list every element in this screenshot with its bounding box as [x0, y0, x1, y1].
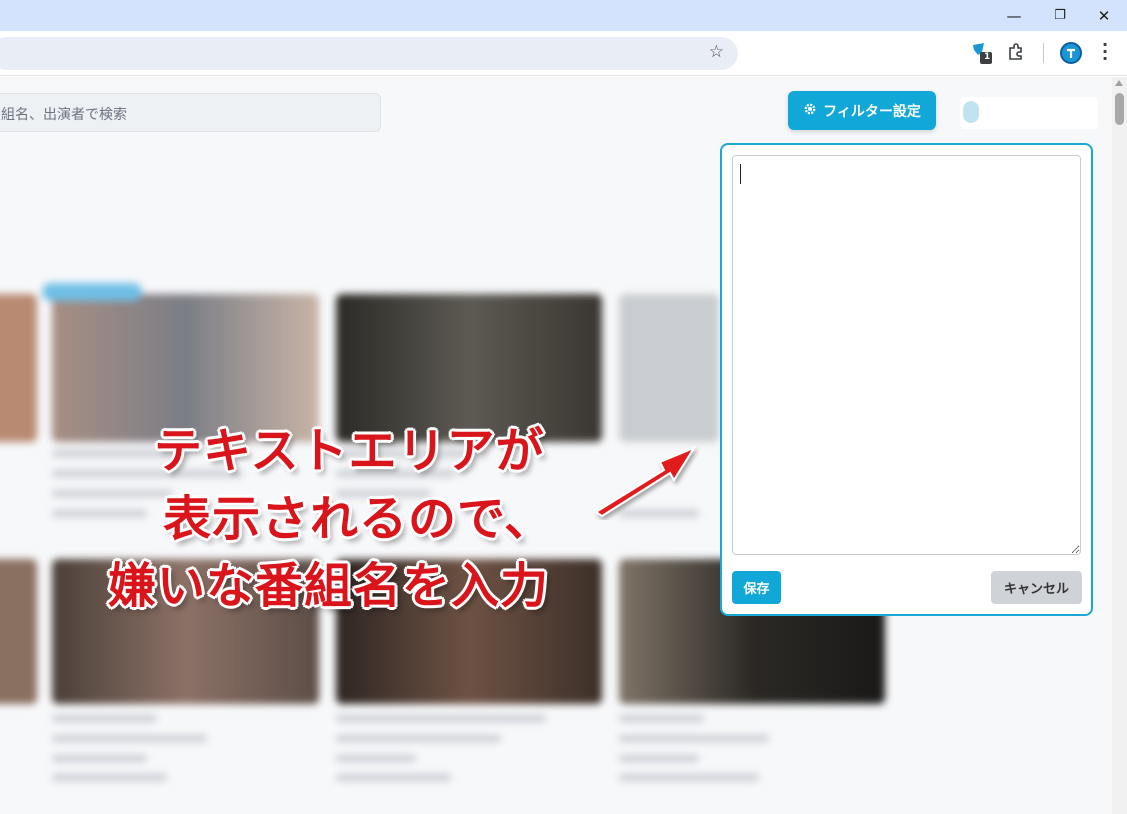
program-thumbnail	[52, 294, 319, 442]
kebab-menu-icon[interactable]: · · ·	[1099, 37, 1111, 67]
browser-title-bar: — ❐ ✕	[0, 0, 1127, 31]
search-placeholder: 組名、出演者で検索	[1, 107, 127, 123]
page-scrollbar[interactable]	[1112, 77, 1127, 814]
user-account-area[interactable]	[960, 97, 1098, 129]
scroll-up-arrow[interactable]	[1115, 80, 1123, 86]
extension-badge-count: 1	[984, 52, 991, 62]
filter-popover: 保存 キャンセル	[720, 143, 1093, 616]
program-search-input[interactable]: 組名、出演者で検索	[0, 93, 381, 132]
close-window-button[interactable]: ✕	[1081, 0, 1127, 31]
program-thumbnail	[0, 294, 37, 442]
cancel-button[interactable]: キャンセル	[991, 571, 1082, 604]
browser-toolbar: ☆ 1 · · ·	[0, 31, 1127, 76]
gear-icon	[803, 102, 817, 120]
program-thumbnail	[336, 294, 602, 442]
filter-textarea[interactable]	[732, 155, 1081, 555]
star-icon[interactable]: ☆	[709, 42, 724, 62]
extension-badge-icon[interactable]: 1	[970, 40, 994, 66]
text-cursor	[740, 164, 741, 184]
program-thumbnail	[0, 559, 37, 704]
restore-button[interactable]: ❐	[1037, 0, 1083, 31]
address-bar[interactable]: ☆	[0, 37, 738, 70]
filter-settings-label: フィルター設定	[823, 103, 921, 120]
filter-settings-button[interactable]: フィルター設定	[788, 91, 936, 130]
program-thumbnail	[336, 559, 602, 704]
puzzle-icon[interactable]	[1006, 42, 1026, 62]
badge	[42, 283, 142, 301]
scrollbar-thumb[interactable]	[1115, 93, 1124, 125]
toolbar-divider	[1043, 43, 1044, 63]
avatar	[963, 101, 979, 123]
program-thumbnail	[619, 294, 719, 442]
minimize-button[interactable]: —	[991, 0, 1037, 31]
save-button[interactable]: 保存	[732, 571, 781, 604]
profile-icon[interactable]	[1060, 42, 1082, 64]
program-thumbnail	[52, 559, 319, 704]
